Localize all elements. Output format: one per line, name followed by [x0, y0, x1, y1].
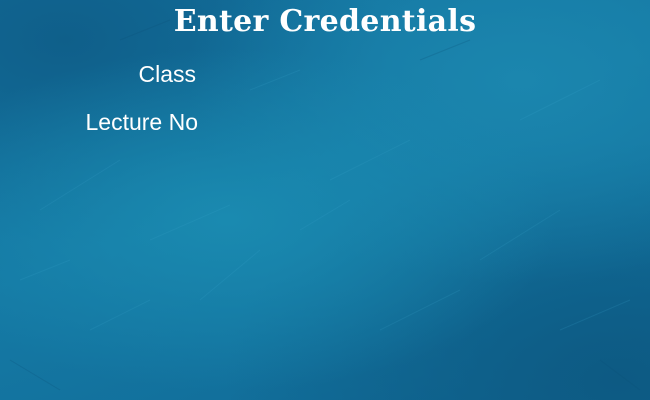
- chalkboard-background: [0, 0, 650, 400]
- lecture-no-label: Lecture No: [85, 109, 198, 135]
- background-texture: [9, 19, 641, 391]
- page-title: Enter Credentials: [173, 4, 477, 39]
- class-label: Class: [138, 61, 196, 87]
